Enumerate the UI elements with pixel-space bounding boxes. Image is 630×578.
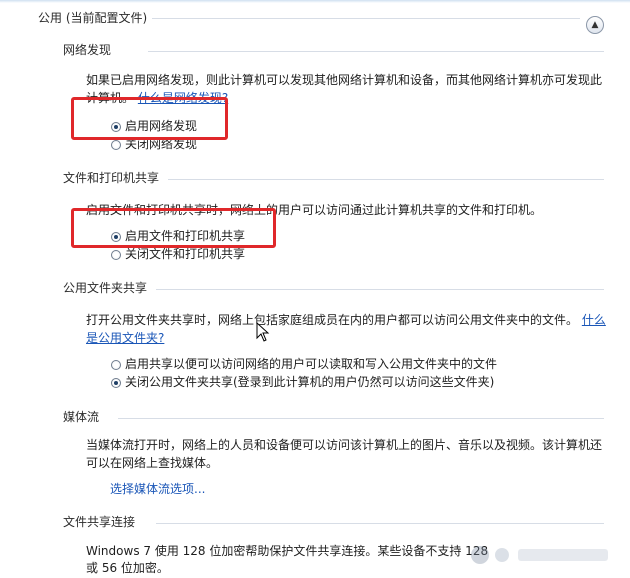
media-streaming-options-link[interactable]: 选择媒体流选项... [110,481,205,497]
highlight-box-network-discovery [71,97,228,140]
section-title-media-streaming: 媒体流 [63,410,100,424]
section-divider [156,523,604,524]
section-divider [148,51,604,52]
public-folder-help-link-part1[interactable]: 什么 [582,313,606,327]
header-divider [152,18,580,19]
public-folder-description: 打开公用文件夹共享时，网络上包括家庭组成员在内的用户都可以访问公用文件夹中的文件… [86,313,606,327]
mouse-pointer-icon [256,322,270,342]
media-streaming-description: 当媒体流打开时，网络上的人员和设备便可以访问该计算机上的图片、音乐以及视频。该计… [86,438,603,452]
file-sharing-connections-description-2: 或 56 位加密。 [86,561,169,575]
radio-disable-file-printer-sharing[interactable] [111,250,121,260]
section-divider [168,179,604,180]
media-streaming-description-2: 可以在网络上查找媒体。 [86,456,219,470]
section-divider [118,418,604,419]
section-title-file-sharing-connections: 文件共享连接 [63,515,136,529]
file-sharing-connections-description: Windows 7 使用 128 位加密帮助保护文件共享连接。某些设备不支持 1… [86,544,489,558]
profile-header: 公用 (当前配置文件) [38,11,148,25]
option-label-disable-public-folder-sharing[interactable]: 关闭公用文件夹共享(登录到此计算机的用户仍然可以访问这些文件夹) [125,374,494,390]
radio-enable-public-folder-sharing[interactable] [111,360,121,370]
option-label-disable-file-printer-sharing[interactable]: 关闭文件和打印机共享 [125,246,245,262]
public-folder-help-link[interactable]: 是公用文件夹? [86,330,164,346]
chevron-up-icon[interactable]: ▲ [586,16,604,34]
window-top-edge [0,0,630,3]
highlight-box-file-printer-sharing [71,208,276,248]
watermark-logo [471,546,608,564]
section-title-public-folder-sharing: 公用文件夹共享 [63,281,148,295]
section-title-network-discovery: 网络发现 [63,43,112,57]
radio-disable-public-folder-sharing[interactable] [111,378,121,388]
radio-disable-network-discovery[interactable] [111,140,121,150]
network-discovery-description: 如果已启用网络发现，则此计算机可以发现其他网络计算机和设备，而其他网络计算机亦可… [86,73,603,87]
option-label-enable-public-folder-sharing[interactable]: 启用共享以便可以访问网络的用户可以读取和写入公用文件夹中的文件 [125,356,497,372]
section-title-file-printer-sharing: 文件和打印机共享 [63,171,160,185]
section-divider [156,289,604,290]
